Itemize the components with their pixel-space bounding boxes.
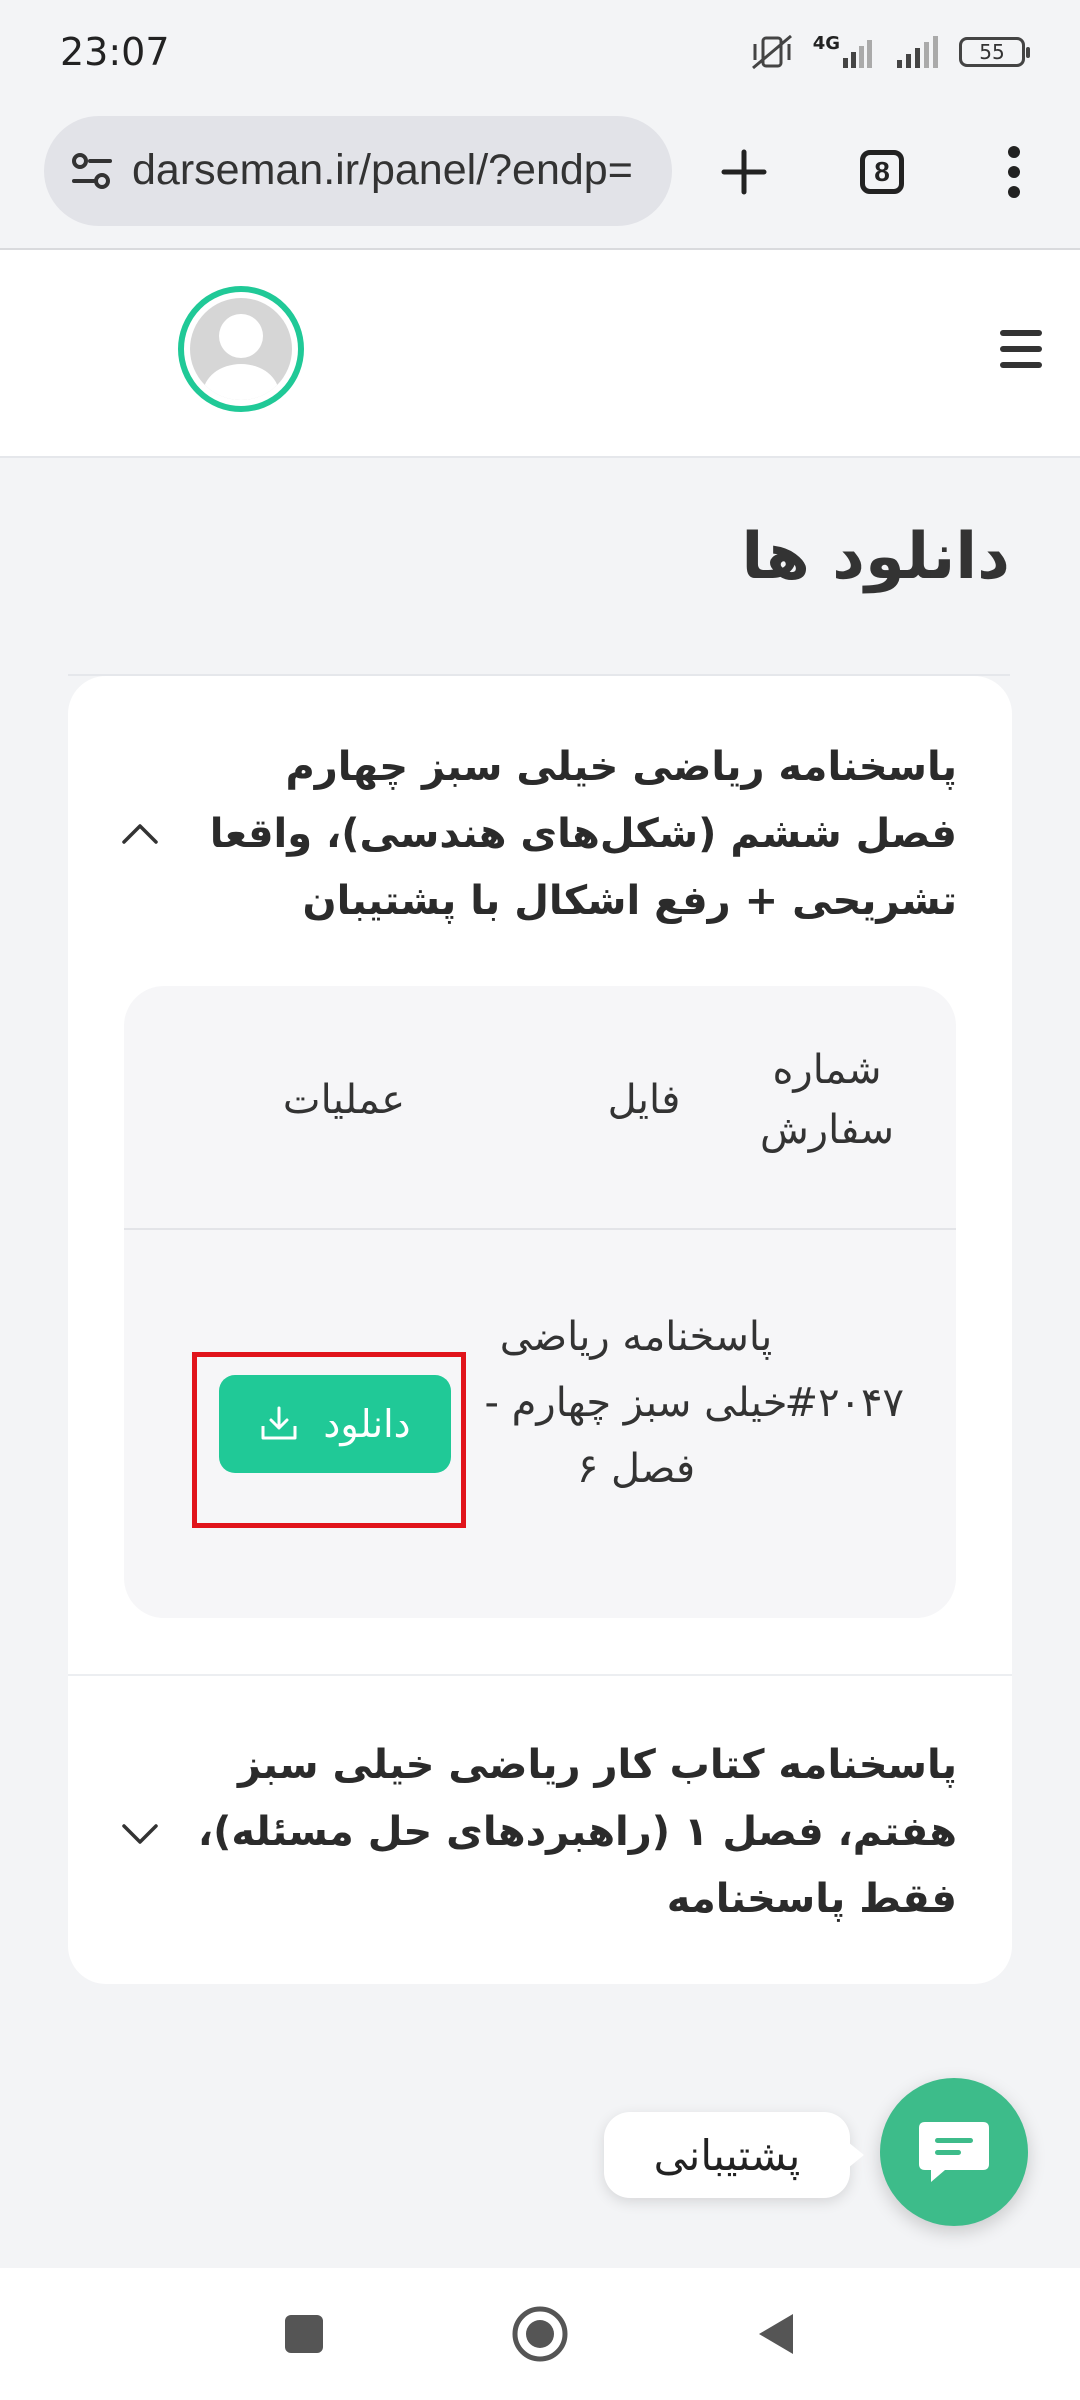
accordion-title[interactable]: پاسخنامه ریاضی خیلی سبز چهارم فصل ششم (ش… <box>177 734 957 935</box>
recents-button[interactable] <box>244 2268 364 2400</box>
tab-switcher-button[interactable]: 8 <box>840 130 924 214</box>
url-text[interactable]: darseman.ir/panel/?endp= <box>132 146 652 195</box>
menu-toggle-button[interactable] <box>1000 330 1042 370</box>
network-label: 4G <box>812 33 840 54</box>
download-button-label: دانلود <box>323 1402 411 1446</box>
back-triangle-icon <box>759 2314 793 2354</box>
site-settings-icon[interactable] <box>70 149 114 193</box>
column-header-actions: عملیات <box>282 1077 406 1123</box>
file-name: پاسخنامه ریاضی خیلی سبز چهارم - فصل ۶ <box>484 1314 788 1492</box>
more-menu-button[interactable] <box>972 130 1056 214</box>
chevron-down-icon[interactable] <box>118 1818 162 1848</box>
accordion-title[interactable]: پاسخنامه کتاب کار ریاضی خیلی سبز هفتم، ف… <box>177 1732 957 1933</box>
status-time: 23:07 <box>60 30 170 74</box>
accordion-divider <box>68 1674 1012 1676</box>
plus-icon <box>721 149 767 195</box>
downloads-card: پاسخنامه ریاضی خیلی سبز چهارم فصل ششم (ش… <box>68 676 1012 1984</box>
vibrate-off-icon <box>751 34 792 70</box>
column-header-order: شماره سفارش <box>759 1047 895 1153</box>
new-tab-button[interactable] <box>702 130 786 214</box>
status-icons: 4G 55 <box>749 30 1030 74</box>
status-bar: 23:07 4G 55 <box>0 0 1080 110</box>
download-button[interactable]: دانلود <box>219 1375 451 1473</box>
signal-icon <box>897 36 938 68</box>
table-divider <box>124 1228 956 1230</box>
support-label[interactable]: پشتیبانی <box>604 2112 864 2198</box>
home-circle-icon <box>512 2306 568 2362</box>
user-icon <box>190 298 292 400</box>
network-type-icon: 4G <box>812 33 877 68</box>
back-button[interactable] <box>716 2268 836 2400</box>
download-icon <box>261 1406 297 1440</box>
battery-level: 55 <box>979 40 1005 64</box>
downloads-table: شماره سفارش فایل عملیات #۲۰۴۷ پاسخنامه ر… <box>124 986 956 1618</box>
column-header-file: فایل <box>607 1077 681 1123</box>
home-button[interactable] <box>480 2268 600 2400</box>
more-vert-icon <box>1008 146 1020 198</box>
highlight-box: دانلود <box>192 1352 466 1528</box>
address-bar[interactable]: darseman.ir/panel/?endp= <box>44 116 672 226</box>
site-header <box>0 250 1080 458</box>
battery-icon: 55 <box>959 37 1030 67</box>
avatar[interactable] <box>178 286 304 412</box>
square-icon <box>285 2315 323 2353</box>
page-title: دانلود ها <box>741 520 1010 594</box>
chat-icon <box>919 2122 989 2182</box>
system-nav-bar <box>0 2268 1080 2400</box>
support-chat-button[interactable] <box>880 2078 1028 2226</box>
browser-toolbar: darseman.ir/panel/?endp= 8 <box>0 110 1080 250</box>
tab-count: 8 <box>860 150 904 194</box>
chevron-up-icon[interactable] <box>118 818 162 848</box>
